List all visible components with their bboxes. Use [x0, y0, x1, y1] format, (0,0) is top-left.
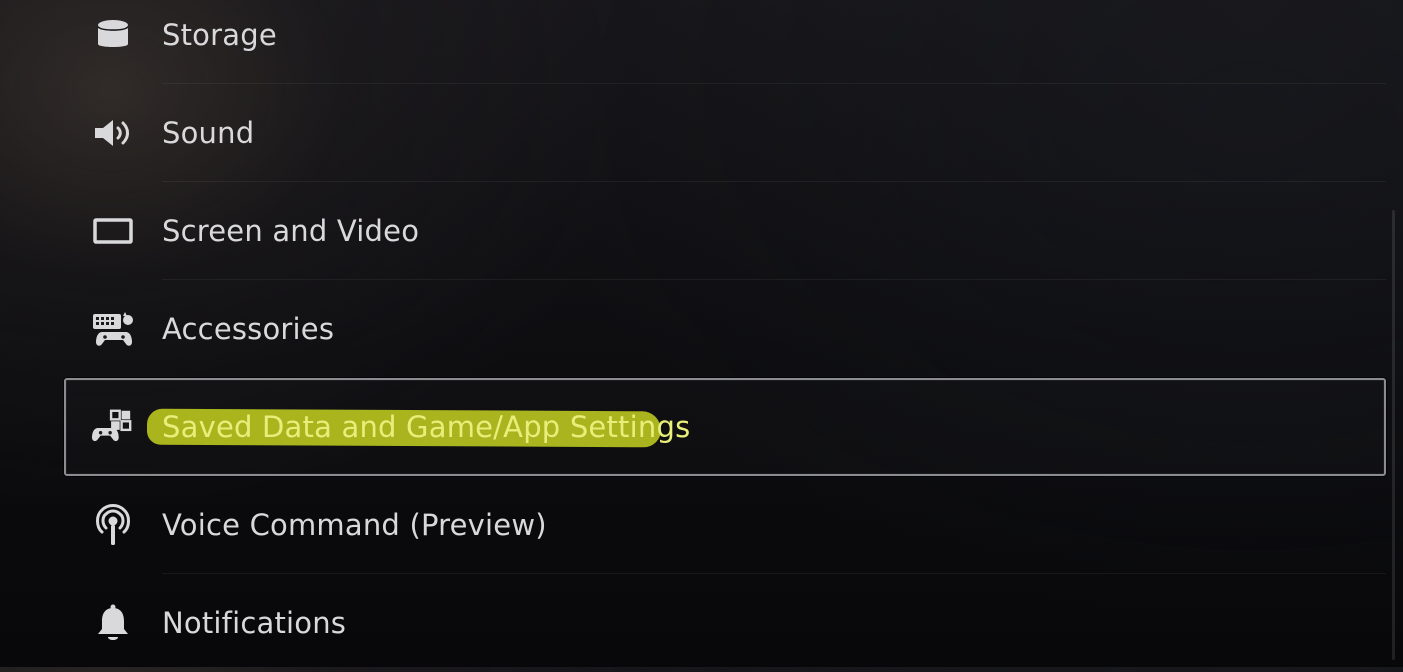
settings-item-storage[interactable]: Storage	[64, 0, 1386, 84]
screen-icon	[92, 211, 134, 251]
scrollbar[interactable]	[1392, 210, 1395, 660]
settings-item-screen-and-video[interactable]: Screen and Video	[64, 182, 1386, 280]
settings-item-accessories[interactable]: Accessories	[64, 280, 1386, 378]
settings-item-saved-data-and-game-app-settings[interactable]: Saved Data and Game/App Settings	[64, 378, 1386, 476]
speaker-icon	[92, 113, 134, 153]
settings-item-label: Storage	[162, 18, 277, 52]
settings-item-label: Voice Command (Preview)	[162, 508, 547, 542]
storage-icon	[92, 15, 134, 55]
settings-item-label: Accessories	[162, 312, 335, 346]
settings-item-label: Saved Data and Game/App Settings	[162, 410, 691, 444]
settings-item-sound[interactable]: Sound	[64, 84, 1386, 182]
voice-command-icon	[92, 504, 134, 545]
settings-item-label: Sound	[162, 116, 255, 150]
settings-item-label: Screen and Video	[162, 214, 420, 248]
settings-item-voice-command[interactable]: Voice Command (Preview)	[64, 476, 1386, 574]
saved-data-icon	[92, 407, 134, 447]
settings-item-label: Notifications	[162, 606, 347, 640]
bell-icon	[92, 603, 134, 643]
accessories-icon	[92, 309, 134, 349]
settings-menu-list: Storage Sound Screen and Video Accessori…	[0, 0, 1403, 667]
settings-item-notifications[interactable]: Notifications	[64, 574, 1386, 672]
